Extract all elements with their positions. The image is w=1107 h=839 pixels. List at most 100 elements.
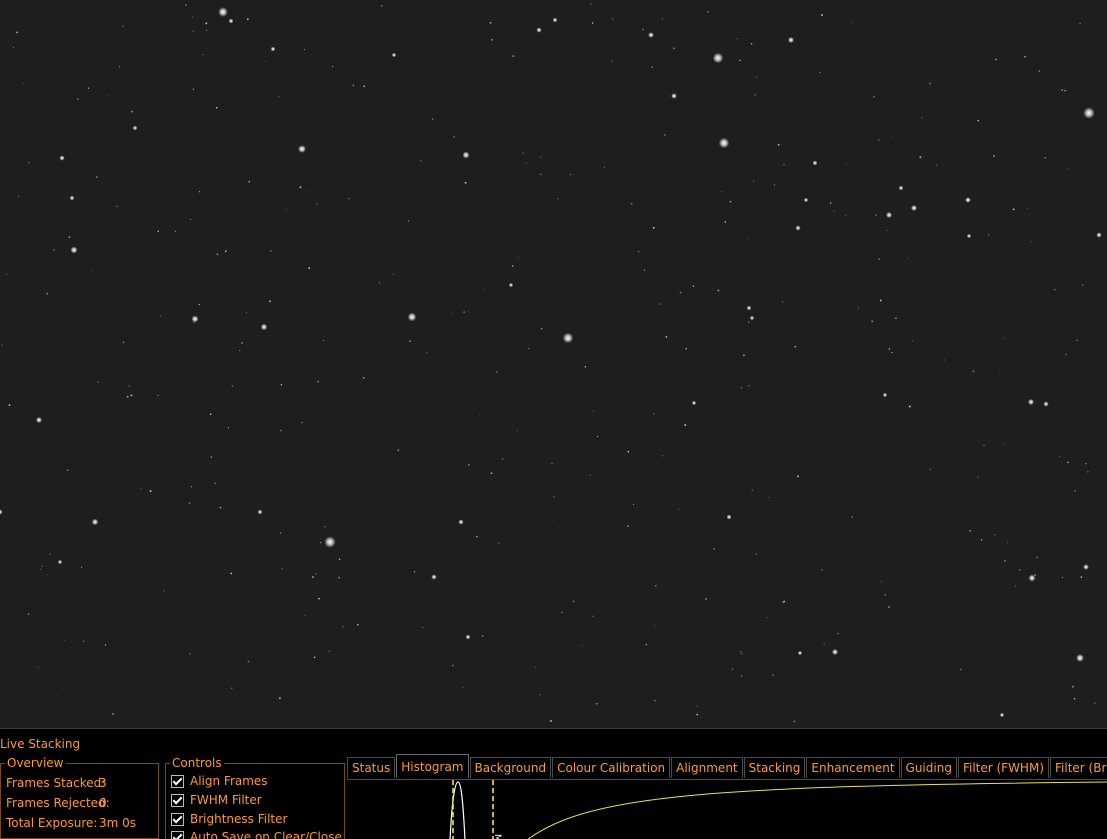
faint-star <box>9 404 11 406</box>
brightness-filter-checkbox[interactable]: Brightness Filter <box>171 812 287 826</box>
faint-star <box>995 59 996 60</box>
faint-star <box>193 88 194 89</box>
faint-star <box>680 292 682 294</box>
faint-star <box>63 688 64 689</box>
faint-star <box>673 47 675 49</box>
faint-star <box>452 313 453 314</box>
faint-star <box>1085 463 1086 464</box>
faint-star <box>116 205 118 207</box>
faint-star <box>861 135 862 136</box>
fwhm-filter-label: FWHM Filter <box>190 793 262 807</box>
faint-star <box>693 286 694 287</box>
faint-star <box>465 182 467 184</box>
faint-star <box>1094 702 1096 704</box>
tab-histogram[interactable]: Histogram <box>396 754 468 778</box>
tab-alignment[interactable]: Alignment <box>671 757 742 778</box>
star <box>462 151 469 158</box>
faint-star <box>357 624 359 626</box>
star <box>466 635 471 640</box>
tab-guiding[interactable]: Guiding <box>901 757 957 778</box>
faint-star <box>550 720 552 722</box>
faint-star <box>502 458 504 460</box>
faint-star <box>1012 197 1013 198</box>
total-exposure-stat: Total Exposure: 3m 0s <box>6 816 97 830</box>
histogram-plot[interactable]: M <box>347 779 1107 839</box>
faint-star <box>834 210 835 211</box>
faint-star <box>317 381 319 383</box>
faint-star <box>739 60 740 61</box>
faint-star <box>304 49 305 50</box>
faint-star <box>164 591 165 592</box>
star <box>536 27 541 32</box>
faint-star <box>37 667 38 668</box>
checkbox-check-icon[interactable] <box>171 794 184 807</box>
faint-star <box>264 61 265 62</box>
faint-star <box>653 413 655 415</box>
checkbox-check-icon[interactable] <box>171 775 184 788</box>
stacked-image-view[interactable] <box>0 0 1107 728</box>
tab-status[interactable]: Status <box>347 757 395 778</box>
faint-star <box>646 644 647 645</box>
faint-star <box>128 385 129 386</box>
faint-star <box>1045 157 1047 159</box>
faint-star <box>1019 569 1020 570</box>
faint-star <box>281 384 283 386</box>
faint-star <box>994 534 995 535</box>
faint-star <box>909 406 911 408</box>
faint-star <box>590 3 592 5</box>
faint-star <box>185 4 187 6</box>
faint-star <box>885 594 886 595</box>
faint-star <box>740 651 741 652</box>
faint-star <box>851 516 853 518</box>
faint-star <box>944 359 945 360</box>
faint-star <box>248 181 250 183</box>
faint-star <box>479 414 480 415</box>
faint-star <box>705 598 707 600</box>
faint-star <box>202 54 203 55</box>
faint-star <box>654 625 655 626</box>
star <box>788 37 794 43</box>
faint-star <box>748 322 749 323</box>
fwhm-filter-checkbox[interactable]: FWHM Filter <box>171 793 262 807</box>
tab-filter-brightness[interactable]: Filter (Brightness) <box>1050 757 1107 778</box>
frames-rejected-value: 0 <box>99 796 107 810</box>
faint-star <box>592 22 593 23</box>
checkbox-check-icon[interactable] <box>171 813 184 826</box>
faint-star <box>970 530 971 531</box>
faint-star <box>1067 462 1069 464</box>
faint-star <box>718 290 720 292</box>
faint-star <box>983 445 984 446</box>
faint-star <box>697 705 698 706</box>
faint-star <box>1076 340 1078 342</box>
star <box>747 306 752 311</box>
star <box>509 283 513 287</box>
tab-background[interactable]: Background <box>470 757 552 778</box>
faint-star <box>381 5 383 7</box>
faint-star <box>908 258 909 259</box>
faint-star <box>756 77 757 78</box>
faint-star <box>851 22 852 23</box>
faint-star <box>379 282 380 283</box>
faint-star <box>348 198 349 199</box>
tab-filter-fwhm[interactable]: Filter (FWHM) <box>958 757 1049 778</box>
faint-star <box>753 181 754 182</box>
faint-star <box>122 26 123 27</box>
faint-star <box>318 598 320 600</box>
faint-star <box>18 196 19 197</box>
faint-star <box>748 385 749 386</box>
tab-enhancement[interactable]: Enhancement <box>806 757 899 778</box>
faint-star <box>199 304 200 305</box>
faint-star <box>491 472 493 474</box>
faint-star <box>216 107 218 109</box>
tab-stacking[interactable]: Stacking <box>744 757 806 778</box>
tab-colour-calibration[interactable]: Colour Calibration <box>552 757 670 778</box>
faint-star <box>741 676 742 677</box>
faint-star <box>540 157 541 158</box>
faint-star <box>28 162 29 163</box>
controls-group: Controls Align Frames FWHM Filter Bright… <box>165 763 345 839</box>
faint-star <box>919 156 921 158</box>
align-frames-checkbox[interactable]: Align Frames <box>171 774 268 788</box>
star <box>1043 401 1048 406</box>
faint-star <box>409 341 410 342</box>
faint-star <box>338 577 340 579</box>
